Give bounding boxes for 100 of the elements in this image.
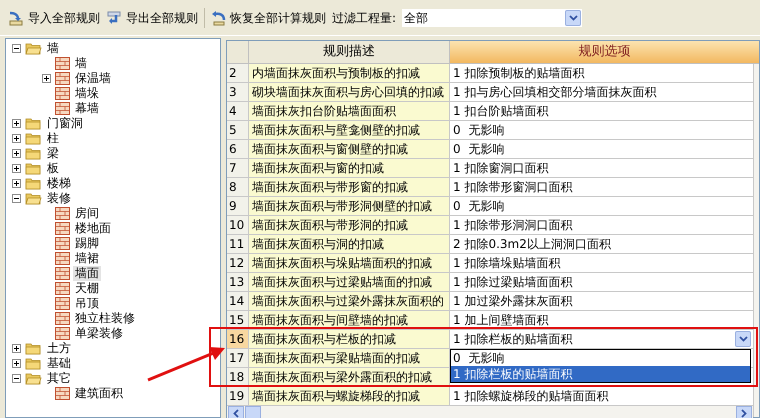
collapse-toggle[interactable] [12, 194, 21, 203]
open-folder-icon [25, 192, 42, 205]
table-cell: 墙面抹灰面积与栏板的扣减 [249, 330, 450, 349]
tree-item[interactable]: 基础 [45, 356, 73, 371]
scroll-thumb[interactable] [245, 406, 261, 418]
table-cell: 内墙面抹灰面积与预制板的扣减 [249, 64, 450, 83]
row-number: 8 [227, 178, 249, 197]
dropdown-button[interactable] [735, 331, 751, 347]
tree-item[interactable]: 梁 [45, 146, 61, 161]
vertical-scrollbar[interactable] [753, 64, 759, 417]
row-number: 7 [227, 159, 249, 178]
tree-item[interactable]: 吊顶 [73, 296, 101, 311]
tree-item[interactable]: 墙面 [73, 266, 101, 281]
brick-icon [55, 312, 70, 325]
chevron-right-icon [741, 409, 747, 418]
tree-item[interactable]: 门窗洞 [45, 116, 85, 131]
tree-item[interactable]: 天棚 [73, 281, 101, 296]
row-number: 14 [227, 292, 249, 311]
scroll-right-button[interactable] [736, 406, 752, 418]
row-number: 9 [227, 197, 249, 216]
tree-item[interactable]: 装修 [45, 191, 73, 206]
chevron-down-icon [738, 336, 748, 342]
expand-toggle[interactable] [12, 149, 21, 158]
toolbar-button[interactable]: 导出全部规则 [106, 6, 198, 30]
dropdown-option[interactable]: 1 扣除栏板的贴墙面积 [451, 366, 750, 382]
option-value: 1 加上间壁墙面积 [453, 312, 548, 329]
option-value: 1 加过梁外露抹灰面积 [453, 293, 572, 310]
expand-toggle[interactable] [12, 164, 21, 173]
dropdown-button[interactable] [565, 10, 582, 26]
tree-item[interactable]: 土方 [45, 341, 73, 356]
tree-item[interactable]: 柱 [45, 131, 61, 146]
table-cell: 墙面抹灰面积与过梁贴墙面的扣减 [249, 273, 450, 292]
table-cell: 墙面抹灰面积与梁贴墙面的扣减 [249, 349, 450, 368]
tree-item[interactable]: 板 [45, 161, 61, 176]
table-cell: 砌块墙面抹灰面积与房心回填的扣减 [249, 83, 450, 102]
filter-value: 全部 [404, 10, 428, 26]
tree-item[interactable]: 墙 [45, 41, 61, 56]
brick-icon [55, 72, 70, 85]
option-value: 1 扣除带形窗洞口面积 [453, 179, 572, 196]
option-value: 0 无影响 [453, 141, 504, 158]
brick-icon [55, 282, 70, 295]
open-folder-icon [25, 42, 42, 55]
brick-icon [55, 102, 70, 115]
collapse-toggle[interactable] [12, 374, 21, 383]
curved-arrow-icon [210, 10, 228, 26]
folder-icon [25, 147, 42, 160]
row-number: 16 [227, 330, 249, 349]
option-value: 1 扣台阶贴墙面积 [453, 103, 548, 120]
option-value: 1 扣除过梁贴墙面面积 [453, 274, 572, 291]
table-cell: 墙面抹灰面积与壁龛侧壁的扣减 [249, 121, 450, 140]
expand-toggle[interactable] [12, 134, 21, 143]
expand-toggle[interactable] [12, 359, 21, 368]
brick-icon [55, 387, 70, 400]
brick-icon [55, 252, 70, 265]
expand-toggle[interactable] [42, 74, 51, 83]
tree-item[interactable]: 墙裙 [73, 251, 101, 266]
tree-item[interactable]: 单梁装修 [73, 326, 125, 341]
tree-item[interactable]: 墙 [73, 56, 89, 71]
option-value: 0 无影响 [453, 122, 504, 139]
table-cell: 墙面抹灰面积与带形洞侧壁的扣减 [249, 197, 450, 216]
option-value: 2 扣除0.3m2以上洞洞口面积 [453, 236, 611, 253]
folder-icon [25, 177, 42, 190]
brick-icon [55, 87, 70, 100]
tree-item[interactable]: 楼地面 [73, 221, 113, 236]
option-value: 1 扣除预制板的贴墙面积 [453, 65, 584, 82]
row-number: 4 [227, 102, 249, 121]
option-value: 1 扣除栏板的贴墙面积 [453, 331, 572, 348]
tree-item[interactable]: 房间 [73, 206, 101, 221]
brick-icon [55, 267, 70, 280]
tree-item[interactable]: 楼梯 [45, 176, 73, 191]
chevron-down-icon [568, 14, 578, 20]
row-number: 13 [227, 273, 249, 292]
option-value: 1 扣与房心回填相交部分墙面抹灰面积 [453, 84, 656, 101]
tree-item[interactable]: 保温墙 [73, 71, 113, 86]
scroll-left-button[interactable] [228, 406, 244, 418]
filter-select[interactable]: 全部 [402, 8, 582, 26]
folder-icon [25, 132, 42, 145]
row-number: 19 [227, 387, 249, 406]
tree-item[interactable]: 建筑面积 [73, 386, 125, 401]
toolbar-button[interactable]: 导入全部规则 [8, 6, 100, 30]
expand-toggle[interactable] [12, 344, 21, 353]
tree-item[interactable]: 幕墙 [73, 101, 101, 116]
toolbar-button[interactable]: 恢复全部计算规则 [210, 6, 326, 30]
horizontal-scrollbar[interactable] [227, 406, 753, 418]
folder-icon [25, 117, 42, 130]
expand-toggle[interactable] [12, 179, 21, 188]
chevron-left-icon [233, 409, 239, 418]
option-value: 1 扣除窗洞口面积 [453, 160, 548, 177]
tree-item[interactable]: 墙垛 [73, 86, 101, 101]
expand-toggle[interactable] [12, 119, 21, 128]
tree-item[interactable]: 其它 [45, 371, 73, 386]
table-cell: 墙面抹灰面积与带形洞的扣减 [249, 216, 450, 235]
tree-item[interactable]: 独立柱装修 [73, 311, 137, 326]
table-cell: 墙面抹灰面积与螺旋梯段的扣减 [249, 387, 450, 406]
row-number: 5 [227, 121, 249, 140]
header-corner [227, 41, 249, 64]
brick-icon [55, 327, 70, 340]
row-number: 6 [227, 140, 249, 159]
collapse-toggle[interactable] [12, 44, 21, 53]
tree-item[interactable]: 踢脚 [73, 236, 101, 251]
